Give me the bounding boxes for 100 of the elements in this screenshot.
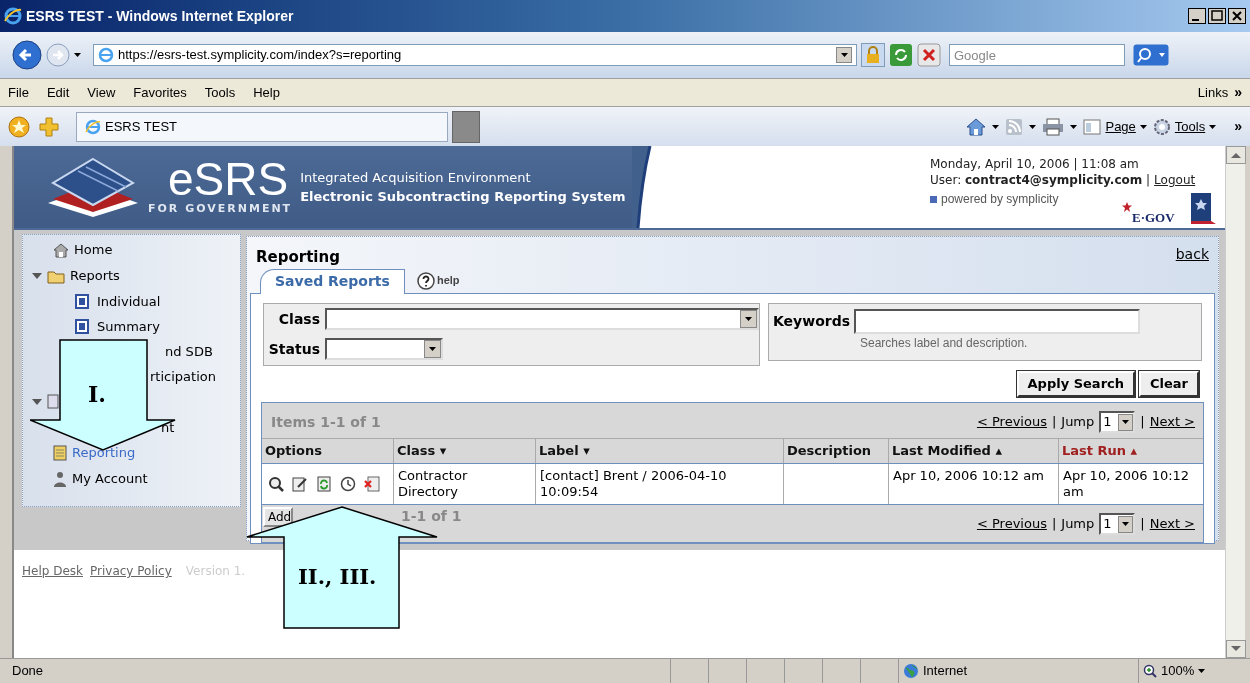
minimize-icon[interactable]	[1188, 8, 1206, 24]
edit-icon[interactable]	[292, 475, 308, 492]
sidebar-link[interactable]: nd SDB	[165, 341, 213, 362]
keywords-field[interactable]	[854, 308, 1141, 334]
home-icon[interactable]	[966, 117, 987, 136]
column-header[interactable]: Last Modified ▴	[888, 438, 1058, 463]
page-select[interactable]: 1	[1099, 411, 1136, 433]
column-header[interactable]: Last Run ▴	[1058, 438, 1203, 463]
zone-indicator: Internet	[898, 659, 1138, 683]
dropdown-caret-icon	[745, 317, 752, 321]
sidebar-link[interactable]: My Account	[72, 469, 148, 489]
gear-icon	[1152, 117, 1171, 136]
scrollbar[interactable]	[1225, 146, 1245, 658]
magnifier-icon[interactable]	[268, 475, 284, 492]
sidebar-link[interactable]: Home	[74, 240, 113, 260]
column-header[interactable]: Description	[783, 438, 888, 463]
table-cell: Contractor Directory	[393, 463, 535, 504]
tools-menu-button[interactable]: Tools	[1152, 116, 1217, 137]
page-title: Reporting	[256, 247, 340, 268]
status-label: Status	[268, 339, 320, 359]
history-caret-icon	[74, 53, 81, 57]
sidebar-link[interactable]: nt	[161, 417, 175, 438]
help-icon	[416, 271, 435, 290]
header-subtitle: Integrated Acquisition Environment	[300, 168, 532, 187]
scroll-down-icon[interactable]	[1226, 640, 1246, 658]
hint-text: Searches label and description.	[860, 334, 1029, 352]
menu-item[interactable]: View	[87, 82, 116, 103]
stop-icon[interactable]	[917, 43, 941, 67]
overflow-chevron[interactable]: »	[1234, 116, 1242, 137]
dropdown-caret-icon	[1209, 124, 1217, 129]
dropdown-caret-icon	[840, 53, 848, 57]
dropdown-caret-icon	[1198, 669, 1206, 673]
previous-link[interactable]: < Previous	[976, 514, 1047, 534]
sidebar-link[interactable]: Reports	[70, 266, 120, 286]
dropdown-caret-icon	[429, 347, 436, 351]
jump-label: Jump	[1061, 515, 1095, 534]
table-cell: [contact] Brent / 2006-04-10 10:09:54	[535, 463, 783, 504]
address-field[interactable]: https://esrs-test.symplicity.com/index?s=reporting	[93, 44, 857, 66]
delete-icon[interactable]	[364, 475, 380, 492]
footer-link[interactable]: Help Desk	[22, 562, 83, 580]
ie-icon	[85, 118, 101, 135]
print-icon[interactable]	[1042, 117, 1065, 136]
overflow-chevron[interactable]: »	[1234, 82, 1242, 103]
search-field[interactable]: Google	[949, 44, 1125, 66]
sidebar-link[interactable]: Summary	[97, 316, 160, 337]
items-count-text: 1-1 of 1	[401, 507, 462, 524]
add-button[interactable]: Add	[263, 506, 293, 527]
column-header[interactable]: Options	[262, 438, 393, 463]
clock-icon[interactable]	[340, 475, 356, 492]
egov-logo-text: E·GOV	[1132, 208, 1175, 227]
expanded-caret-icon[interactable]	[32, 399, 42, 405]
menu-item[interactable]: Help	[253, 82, 280, 103]
menu-item[interactable]: Edit	[46, 82, 70, 103]
close-icon[interactable]	[1228, 8, 1246, 24]
sidebar-link[interactable]: rticipation	[150, 366, 216, 387]
page-select[interactable]: 1	[1099, 513, 1136, 535]
powered-by-text: powered by symplicity	[941, 191, 1059, 207]
column-header[interactable]: Class ▾	[393, 438, 535, 463]
column-header[interactable]: Label ▾	[535, 438, 783, 463]
keywords-label: Keywords	[773, 311, 851, 331]
browser-tab[interactable]: ESRS TEST	[76, 111, 448, 142]
menu-item[interactable]: Favorites	[133, 82, 187, 103]
logout-link[interactable]: Logout	[1154, 172, 1196, 188]
zoom-button[interactable]: 100%	[1138, 659, 1228, 683]
next-link[interactable]: Next >	[1149, 514, 1195, 534]
help-button[interactable]: help	[416, 271, 460, 290]
search-button[interactable]: Clear	[1139, 370, 1199, 397]
star-icon	[1122, 201, 1132, 212]
menu-item[interactable]: File	[8, 82, 29, 103]
class-label: Class	[277, 309, 320, 329]
menu-item[interactable]: Tools	[204, 82, 236, 103]
back-icon[interactable]	[12, 40, 42, 70]
search-icon[interactable]	[1133, 44, 1169, 66]
class-select[interactable]	[325, 308, 759, 330]
saved-reports-tab[interactable]: Saved Reports	[260, 268, 405, 294]
next-link[interactable]: Next >	[1149, 412, 1195, 432]
maximize-icon[interactable]	[1208, 8, 1226, 24]
scroll-up-icon[interactable]	[1226, 146, 1246, 164]
user-text: User: contract4@symplicity.com |	[930, 172, 1151, 188]
sidebar-link[interactable]: Individual	[97, 291, 161, 312]
dropdown-caret-icon	[1139, 124, 1147, 129]
page-menu-button[interactable]: Page	[1083, 116, 1147, 137]
letter-s-icon	[75, 319, 89, 334]
refresh-icon[interactable]	[889, 43, 913, 67]
previous-link[interactable]: < Previous	[976, 412, 1047, 432]
expanded-caret-icon[interactable]	[32, 273, 42, 279]
refresh-icon[interactable]	[316, 475, 332, 492]
separator-text: |	[1051, 515, 1057, 534]
separator-text: |	[1051, 413, 1057, 432]
status-select[interactable]	[325, 338, 443, 360]
folder-icon	[47, 268, 65, 284]
back-link[interactable]: back	[1175, 244, 1209, 265]
separator-text: |	[1140, 413, 1145, 432]
links-button[interactable]: Links	[1197, 82, 1229, 103]
dropdown-button[interactable]	[836, 47, 852, 63]
new-tab-icon[interactable]	[452, 110, 480, 143]
footer-link[interactable]: Privacy Policy	[90, 562, 172, 580]
search-button[interactable]: Apply Search	[1016, 370, 1135, 397]
sidebar-link[interactable]: Reporting	[72, 443, 136, 463]
logo-subtitle: FOR GOVERNMENT	[148, 200, 293, 217]
